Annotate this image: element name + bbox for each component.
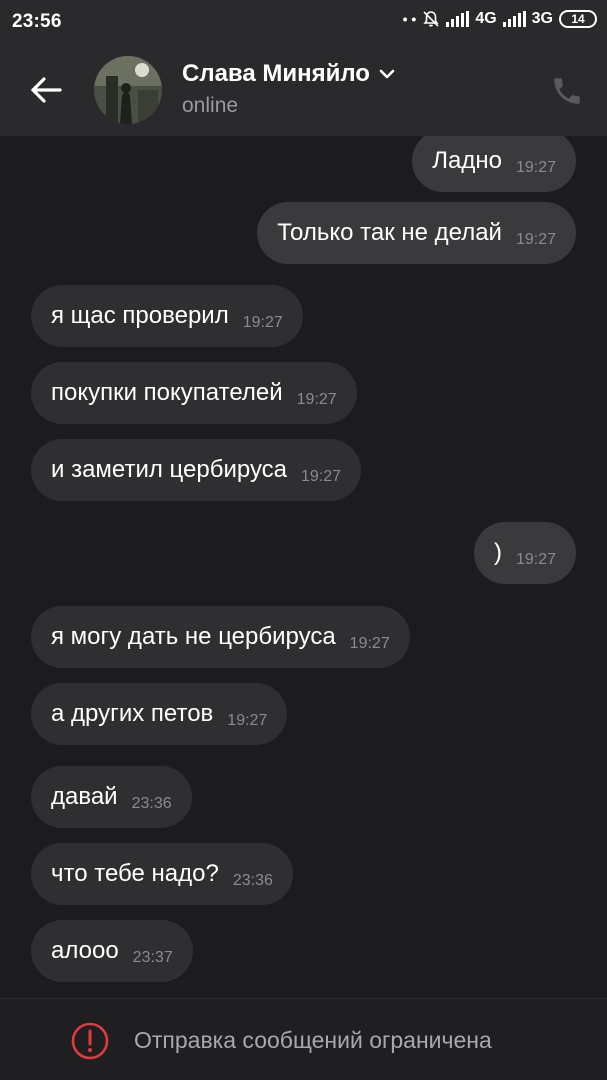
restricted-notice-bar: Отправка сообщений ограничена <box>0 998 607 1080</box>
message-text: я щас проверил <box>51 302 229 329</box>
outgoing-message[interactable]: ) 19:27 <box>473 522 576 584</box>
message-timestamp: 19:27 <box>349 635 390 652</box>
back-arrow-icon[interactable] <box>26 70 66 110</box>
warning-icon <box>71 1022 109 1060</box>
dots-icon: • • <box>402 11 417 27</box>
incoming-message[interactable]: алооо 23:37 <box>31 920 193 982</box>
incoming-message[interactable]: а других петов 19:27 <box>31 683 288 745</box>
mute-bell-icon <box>423 11 439 27</box>
message-timestamp: 23:36 <box>232 872 273 889</box>
chat-header: Слава Миняйло online <box>0 44 607 136</box>
contact-status: online <box>182 94 239 117</box>
message-timestamp: 23:36 <box>131 795 172 812</box>
signal-icon <box>446 11 470 27</box>
message-list[interactable]: Ладно 19:27 Только так не делай 19:27 я щас … <box>0 136 607 998</box>
message-timestamp: 23:37 <box>132 949 173 966</box>
message-timestamp: 19:27 <box>227 712 268 729</box>
message-text: покупки покупателей <box>51 379 283 406</box>
status-icons: • • 4G 3G 14 <box>403 10 597 28</box>
signal-icon-2 <box>502 11 526 27</box>
incoming-message[interactable]: и заметил цербируса 19:27 <box>31 439 362 501</box>
message-timestamp: 19:27 <box>242 314 283 331</box>
message-timestamp: 19:27 <box>296 391 337 408</box>
contact-name[interactable]: Слава Миняйло <box>182 60 370 88</box>
incoming-message[interactable]: покупки покупателей 19:27 <box>31 362 357 424</box>
message-text: давай <box>51 783 118 810</box>
message-text: я могу дать не цербируса <box>51 623 336 650</box>
message-timestamp: 19:27 <box>515 159 556 176</box>
chevron-down-icon[interactable] <box>378 68 396 80</box>
incoming-message[interactable]: что тебе надо? 23:36 <box>31 843 293 905</box>
message-timestamp: 19:27 <box>301 468 342 485</box>
restricted-notice-text: Отправка сообщений ограничена <box>134 1027 492 1053</box>
incoming-message[interactable]: я щас проверил 19:27 <box>31 285 303 347</box>
contact-name-row[interactable]: Слава Миняйло <box>182 60 396 88</box>
clock: 23:56 <box>12 11 62 32</box>
status-bar: 23:56 • • 4G 3G 14 <box>0 0 607 44</box>
network-label-1: 4G <box>475 10 497 27</box>
avatar[interactable] <box>94 56 162 124</box>
network-label-2: 3G <box>531 10 553 27</box>
message-text: и заметил цербируса <box>51 456 288 483</box>
message-text: ) <box>493 539 502 566</box>
message-text: Ладно <box>432 147 502 174</box>
incoming-message[interactable]: давай 23:36 <box>31 766 192 828</box>
message-timestamp: 19:27 <box>515 551 556 568</box>
message-text: Только так не делай <box>277 219 502 246</box>
outgoing-message[interactable]: Ладно 19:27 <box>412 136 576 192</box>
battery-icon: 14 <box>559 10 597 28</box>
message-text: что тебе надо? <box>51 860 219 887</box>
message-text: алооо <box>51 937 119 964</box>
message-text: а других петов <box>51 700 214 727</box>
message-timestamp: 19:27 <box>515 231 556 248</box>
phone-icon[interactable] <box>550 74 584 108</box>
outgoing-message[interactable]: Только так не делай 19:27 <box>257 202 576 264</box>
incoming-message[interactable]: я могу дать не цербируса 19:27 <box>31 606 410 668</box>
